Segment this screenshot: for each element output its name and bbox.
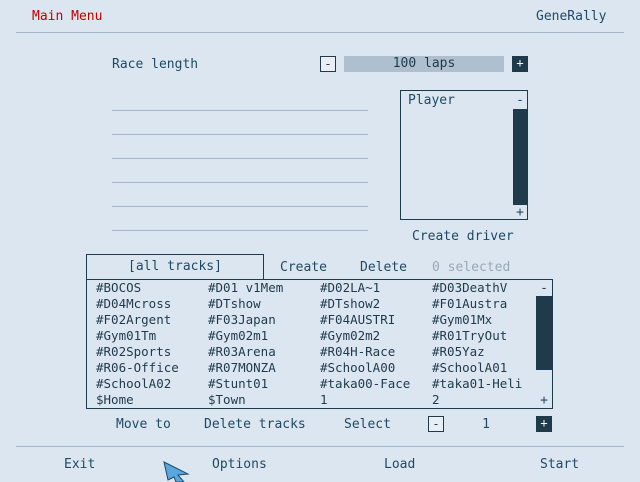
race-length-value[interactable]: 100 laps: [344, 56, 504, 72]
move-to-button[interactable]: Move to: [116, 417, 171, 432]
track-scroll-down-button[interactable]: +: [536, 393, 552, 408]
track-item[interactable]: #taka00-Face: [320, 376, 432, 392]
selected-count: 0 selected: [432, 260, 511, 275]
select-label: Select: [344, 417, 391, 432]
track-item[interactable]: #R03Arena: [208, 344, 320, 360]
exit-button[interactable]: Exit: [64, 457, 95, 472]
track-item[interactable]: #R02Sports: [96, 344, 208, 360]
track-item[interactable]: #Gym01Tm: [96, 328, 208, 344]
delete-track-button[interactable]: Delete: [360, 260, 407, 275]
track-item[interactable]: #D04Mcross: [96, 296, 208, 312]
track-item[interactable]: #D03DeathV: [432, 280, 544, 296]
option-line: [112, 158, 368, 159]
delete-tracks-button[interactable]: Delete tracks: [204, 417, 306, 432]
track-item[interactable]: #taka01-Heli: [432, 376, 544, 392]
track-item[interactable]: #Gym01Mx: [432, 312, 544, 328]
option-line: [112, 206, 368, 207]
option-line: [112, 134, 368, 135]
track-item[interactable]: #R04H-Race: [320, 344, 432, 360]
select-decrease-button[interactable]: -: [428, 416, 444, 432]
create-driver-button[interactable]: Create driver: [412, 229, 514, 244]
header-divider: [16, 32, 624, 33]
create-track-button[interactable]: Create: [280, 260, 327, 275]
player-scroll-up-button[interactable]: -: [513, 93, 527, 108]
player-scrollbar-thumb[interactable]: [513, 109, 527, 205]
footer-divider: [16, 446, 624, 447]
track-item[interactable]: #F01Austra: [432, 296, 544, 312]
track-item[interactable]: $Home: [96, 392, 208, 408]
track-item[interactable]: #F03Japan: [208, 312, 320, 328]
player-panel-title: Player: [408, 93, 455, 108]
track-item[interactable]: #Stunt01: [208, 376, 320, 392]
start-button[interactable]: Start: [540, 457, 579, 472]
track-item[interactable]: #F02Argent: [96, 312, 208, 328]
track-item[interactable]: #BOCOS: [96, 280, 208, 296]
player-scroll-down-button[interactable]: +: [513, 205, 527, 220]
track-grid: #BOCOS #D01 v1Mem #D02LA~1 #D03DeathV #D04Mc…: [96, 280, 536, 408]
main-menu-title: Main Menu: [32, 9, 103, 24]
option-line: [112, 182, 368, 183]
track-scrollbar-thumb[interactable]: [536, 296, 552, 370]
select-increase-button[interactable]: +: [536, 416, 552, 432]
track-item[interactable]: #R07MONZA: [208, 360, 320, 376]
track-item[interactable]: #SchoolA01: [432, 360, 544, 376]
option-line: [112, 110, 368, 111]
race-length-label: Race length: [112, 57, 199, 72]
tab-all-tracks[interactable]: [all tracks]: [86, 254, 264, 280]
app-name: GeneRally: [536, 9, 607, 24]
track-item[interactable]: 1: [320, 392, 432, 408]
options-button[interactable]: Options: [212, 457, 267, 472]
track-item[interactable]: 2: [432, 392, 544, 408]
track-item[interactable]: $Town: [208, 392, 320, 408]
race-length-decrease-button[interactable]: -: [320, 56, 336, 72]
track-item[interactable]: #D01 v1Mem: [208, 280, 320, 296]
track-item[interactable]: #SchoolA00: [320, 360, 432, 376]
track-item[interactable]: #DTshow2: [320, 296, 432, 312]
race-length-increase-button[interactable]: +: [512, 56, 528, 72]
track-item[interactable]: #DTshow: [208, 296, 320, 312]
track-item[interactable]: #D02LA~1: [320, 280, 432, 296]
track-scroll-up-button[interactable]: -: [536, 281, 552, 296]
track-item[interactable]: #R06-Office: [96, 360, 208, 376]
track-item[interactable]: #R05Yaz: [432, 344, 544, 360]
player-panel: Player - +: [400, 90, 528, 220]
mouse-cursor-icon: [163, 461, 190, 482]
load-button[interactable]: Load: [384, 457, 415, 472]
track-item[interactable]: #SchoolA02: [96, 376, 208, 392]
track-item[interactable]: #R01TryOut: [432, 328, 544, 344]
track-item[interactable]: #Gym02m1: [208, 328, 320, 344]
select-value: 1: [482, 417, 490, 432]
option-line: [112, 230, 368, 231]
track-item[interactable]: #F04AUSTRI: [320, 312, 432, 328]
track-item[interactable]: #Gym02m2: [320, 328, 432, 344]
